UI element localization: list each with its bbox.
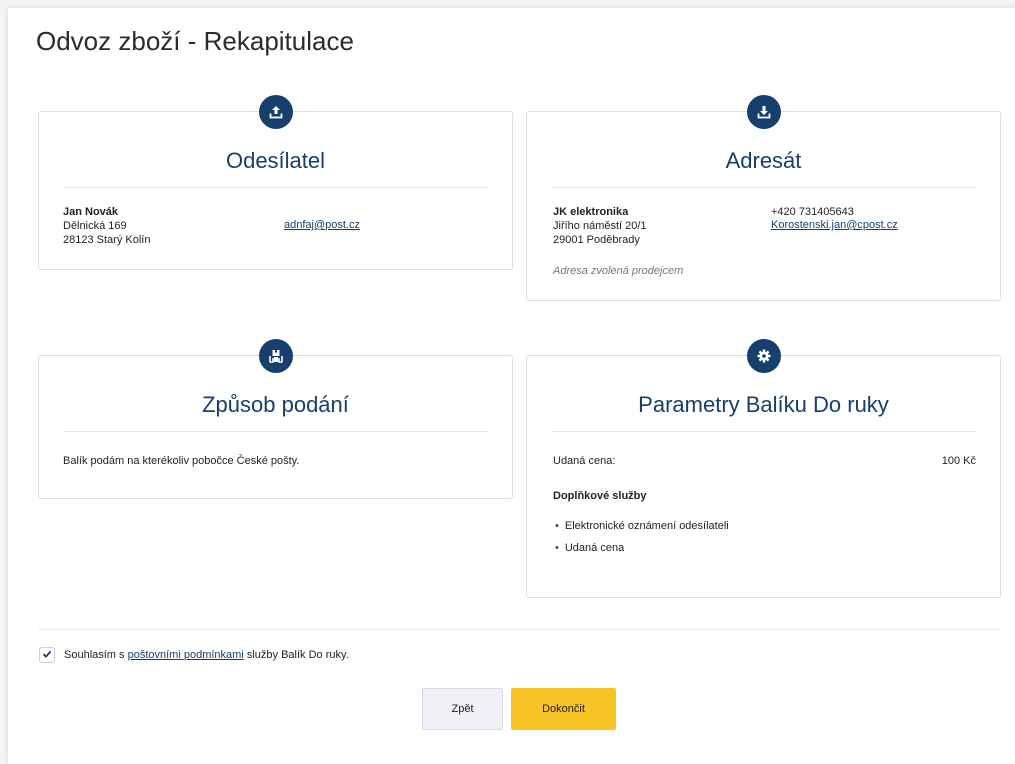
sender-card: Odesílatel Jan Novák Dělnická 169 28123 …: [38, 95, 513, 270]
list-item: Udaná cena: [555, 537, 729, 559]
consent-label: Souhlasím s poštovními podmínkami služby…: [64, 649, 349, 661]
upload-icon: [258, 95, 293, 129]
list-item: Elektronické oznámení odesílateli: [555, 515, 729, 537]
submission-text: Balík podám na kterékoliv pobočce České …: [63, 455, 300, 467]
recipient-card: Adresát JK elektronika Jiřího náměstí 20…: [526, 95, 1001, 301]
consent-checkbox[interactable]: [39, 647, 55, 663]
recipient-email-link[interactable]: Korostenski.jan@cpost.cz: [771, 219, 898, 231]
declared-price-label: Udaná cena:: [553, 455, 616, 467]
finish-button[interactable]: Dokončit: [511, 688, 616, 730]
divider: [38, 629, 999, 630]
postal-terms-link[interactable]: poštovními podmínkami: [128, 649, 244, 661]
divider: [551, 431, 976, 432]
recipient-street: Jiřího náměstí 20/1: [553, 220, 647, 232]
services-list: Elektronické oznámení odesílateli Udaná …: [555, 515, 729, 559]
parameters-heading: Parametry Balíku Do ruky: [638, 392, 889, 417]
page-title: Odvoz zboží - Rekapitulace: [36, 26, 354, 56]
parcel-hands-icon: [258, 339, 293, 373]
parameters-card: Parametry Balíku Do ruky Udaná cena: 100…: [526, 339, 1001, 598]
divider: [63, 187, 488, 188]
services-heading: Doplňkové služby: [553, 490, 647, 502]
sender-email-link[interactable]: adnfaj@post.cz: [284, 219, 360, 231]
divider: [551, 187, 976, 188]
consent-text-after: služby Balík Do ruky.: [246, 649, 349, 661]
recipient-note: Adresa zvolená prodejcem: [553, 265, 684, 277]
declared-price-value: 100 Kč: [941, 455, 976, 467]
recipient-name: JK elektronika: [553, 206, 629, 218]
recipient-heading: Adresát: [725, 148, 802, 173]
gear-icon: [746, 339, 781, 373]
submission-card: Způsob podání Balík podám na kterékoliv …: [38, 339, 513, 499]
sender-name: Jan Novák: [63, 206, 119, 218]
sender-street: Dělnická 169: [63, 220, 127, 232]
sender-heading: Odesílatel: [225, 148, 326, 173]
download-icon: [746, 95, 781, 129]
consent-text-before: Souhlasím s: [64, 649, 125, 661]
back-button[interactable]: Zpět: [422, 688, 503, 730]
recipient-phone: +420 731405643: [771, 206, 854, 218]
recipient-city: 29001 Poděbrady: [553, 234, 640, 246]
submission-heading: Způsob podání: [202, 392, 349, 417]
checkmark-icon: [42, 646, 52, 664]
divider: [63, 431, 488, 432]
sender-city: 28123 Starý Kolín: [63, 234, 151, 246]
